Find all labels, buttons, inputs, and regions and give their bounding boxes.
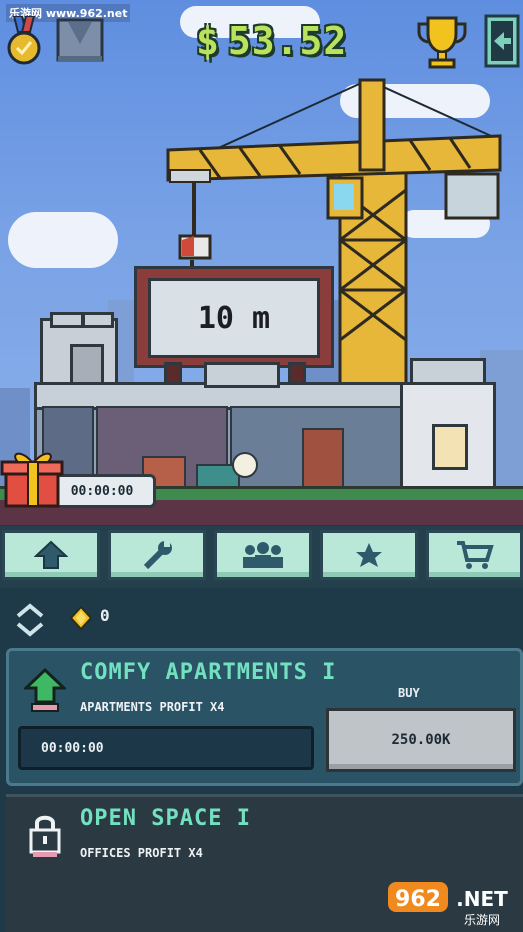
site-logo: 962 .NET 乐游网	[388, 882, 508, 926]
cart-icon	[456, 541, 494, 569]
trophy-icon[interactable]	[414, 14, 470, 70]
upgrade-title: COMFY APARTMENTS I	[80, 660, 337, 685]
tab-upgrades[interactable]	[2, 530, 100, 580]
up-arrow-icon	[24, 668, 66, 712]
star-icon	[356, 543, 382, 567]
logo-suffix: .NET	[456, 887, 508, 911]
gem-count: 0	[100, 606, 110, 625]
upgrade-title: OPEN SPACE I	[80, 806, 251, 831]
tab-staff[interactable]	[214, 530, 312, 580]
tab-shop[interactable]	[426, 530, 523, 580]
window	[432, 424, 468, 470]
money-display: $ 53.52	[196, 16, 347, 66]
upgrade-subtitle: APARTMENTS PROFIT X4	[80, 700, 225, 714]
exit-icon[interactable]	[484, 14, 520, 68]
game-scene: 乐游网 www.962.net $ 53.52 10 m 00:00:00	[0, 0, 523, 525]
people-icon	[243, 542, 283, 568]
money-amount: 53.52	[227, 19, 348, 63]
height-label: 10 m	[148, 278, 320, 358]
ac-unit	[50, 312, 84, 328]
upgrade-subtitle: OFFICES PROFIT X4	[80, 846, 203, 860]
dollar-icon: $	[196, 19, 220, 63]
gift-timer: 00:00:00	[48, 474, 156, 508]
logo-tagline: 乐游网	[464, 913, 500, 926]
medal-icon[interactable]	[4, 16, 44, 66]
cloud	[8, 212, 118, 268]
character	[232, 452, 258, 478]
tab-stars[interactable]	[320, 530, 418, 580]
logo-brand: 962	[395, 887, 441, 912]
upgrade-timer: 00:00:00	[18, 726, 314, 770]
gem-icon	[70, 606, 92, 630]
game-screen: 乐游网 www.962.net $ 53.52 10 m 00:00:00 0 …	[0, 0, 523, 932]
buy-button[interactable]: 250.00K	[326, 708, 516, 772]
ac-unit	[82, 312, 114, 328]
wrench-icon	[143, 541, 172, 570]
sort-icon[interactable]	[14, 600, 46, 640]
ac-unit	[204, 362, 280, 388]
up-arrow-icon	[34, 540, 68, 569]
toolbar	[0, 526, 523, 588]
tab-tools[interactable]	[108, 530, 206, 580]
lock-icon	[29, 815, 61, 857]
buy-label: BUY	[398, 686, 420, 700]
ribbon-icon[interactable]	[56, 18, 104, 64]
gift-icon[interactable]	[0, 446, 64, 508]
bookshelf	[302, 428, 344, 490]
